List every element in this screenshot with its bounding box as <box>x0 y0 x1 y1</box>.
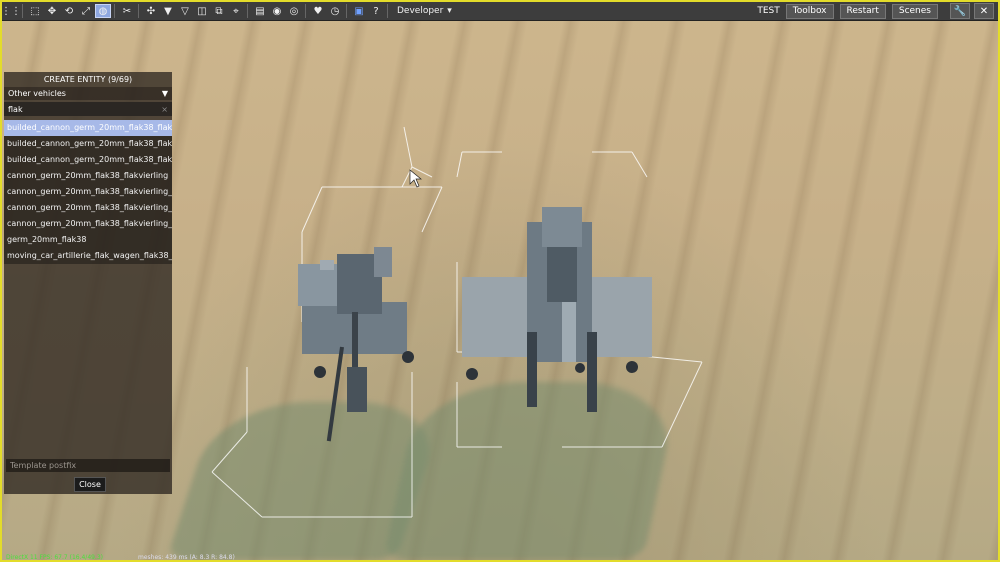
close-button[interactable]: Close <box>74 477 106 492</box>
transform-icon[interactable]: ⧉ <box>211 4 227 18</box>
toolbar-right: TEST Toolbox Restart Scenes 🔧 ✕ <box>757 2 998 20</box>
restart-button[interactable]: Restart <box>839 3 886 19</box>
chevron-down-icon: ▾ <box>447 6 452 16</box>
select-icon[interactable]: ⬚ <box>27 4 43 18</box>
list-item[interactable]: builded_cannon_germ_20mm_flak38_flakvi <box>4 136 172 152</box>
wrench-icon[interactable]: 🔧 <box>950 3 970 19</box>
search-input[interactable]: flak × <box>4 102 172 116</box>
list-item[interactable]: builded_cannon_germ_20mm_flak38_flakvi <box>4 152 172 168</box>
scale-icon[interactable]: ⤢ <box>78 4 94 18</box>
delete-icon[interactable]: ✂ <box>119 4 135 18</box>
panel-title: CREATE ENTITY (9/69) <box>43 75 133 84</box>
drop-icon[interactable]: ▼ <box>160 4 176 18</box>
category-select-value: Other vehicles <box>8 89 66 98</box>
place-icon[interactable]: ▽ <box>177 4 193 18</box>
help-icon[interactable]: ? <box>368 4 384 18</box>
mouse-cursor <box>409 169 422 188</box>
list-item[interactable]: cannon_germ_20mm_flak38_flakvierling <box>4 168 172 184</box>
global-icon[interactable]: ◍ <box>95 4 111 18</box>
list-item[interactable]: cannon_germ_20mm_flak38_flakvierling_wi <box>4 216 172 232</box>
toolbar-separator <box>387 4 388 18</box>
create-entity-panel: CREATE ENTITY (9/69) Other vehicles ▼ fl… <box>4 72 172 494</box>
move-icon[interactable]: ✥ <box>44 4 60 18</box>
list-item[interactable]: cannon_germ_20mm_flak38_flakvierling_gr <box>4 200 172 216</box>
toolbar-separator <box>114 4 115 18</box>
flak-vehicle-left <box>298 247 414 442</box>
snap-icon[interactable]: ✣ <box>143 4 159 18</box>
scenes-button[interactable]: Scenes <box>891 3 938 19</box>
toolbar-separator <box>247 4 248 18</box>
entity-list: builded_cannon_germ_20mm_flak38_flakvi b… <box>4 120 172 264</box>
editor-toolbar: ⋮⋮ ⬚ ✥ ⟲ ⤢ ◍ ✂ ✣ ▼ ▽ ◫ ⧉ ⌖ ▤ ◉ ◎ ♥ ◷ ▣ ?… <box>2 2 998 21</box>
target-icon[interactable]: ⌖ <box>228 4 244 18</box>
search-input-value: flak <box>8 104 23 114</box>
save-icon[interactable]: ▣ <box>351 4 367 18</box>
toolbar-separator <box>305 4 306 18</box>
menu-grip-icon[interactable]: ⋮⋮ <box>2 4 21 18</box>
eye-icon[interactable]: ◉ <box>269 4 285 18</box>
scene-name-label: TEST <box>757 6 780 16</box>
list-item[interactable]: cannon_germ_20mm_flak38_flakvierling_de <box>4 184 172 200</box>
render-stats: meshes: 439 ms (A: 8.3 R: 84.8) <box>138 554 235 561</box>
chevron-down-icon: ▼ <box>161 89 168 98</box>
list-item[interactable]: moving_car_artillerie_flak_wagen_flak38_… <box>4 248 172 264</box>
clear-search-icon[interactable]: × <box>161 105 168 114</box>
close-icon[interactable]: ✕ <box>974 3 994 19</box>
split-icon[interactable]: ◫ <box>194 4 210 18</box>
list-item[interactable]: germ_20mm_flak38 <box>4 232 172 248</box>
category-select[interactable]: Other vehicles ▼ <box>4 87 172 100</box>
template-postfix-input[interactable]: Template postfix <box>6 459 170 472</box>
rotate-icon[interactable]: ⟲ <box>61 4 77 18</box>
mode-select-value: Developer <box>397 6 444 16</box>
toolbar-separator <box>138 4 139 18</box>
toolbox-button[interactable]: Toolbox <box>785 3 834 19</box>
heart-icon[interactable]: ♥ <box>310 4 326 18</box>
flak-vehicle-right <box>462 207 652 412</box>
list-item[interactable]: builded_cannon_germ_20mm_flak38_flakvi <box>4 120 172 136</box>
clock-icon[interactable]: ◷ <box>327 4 343 18</box>
file-icon[interactable]: ▤ <box>252 4 268 18</box>
eye-alt-icon[interactable]: ◎ <box>286 4 302 18</box>
toolbar-separator <box>22 4 23 18</box>
fps-readout: DirectX 11 FPS: 67.7 (16.4/49.3) <box>6 554 104 561</box>
mode-select[interactable]: Developer ▾ <box>397 6 452 16</box>
editor-window: ⋮⋮ ⬚ ✥ ⟲ ⤢ ◍ ✂ ✣ ▼ ▽ ◫ ⧉ ⌖ ▤ ◉ ◎ ♥ ◷ ▣ ?… <box>0 0 1000 562</box>
toolbar-separator <box>346 4 347 18</box>
